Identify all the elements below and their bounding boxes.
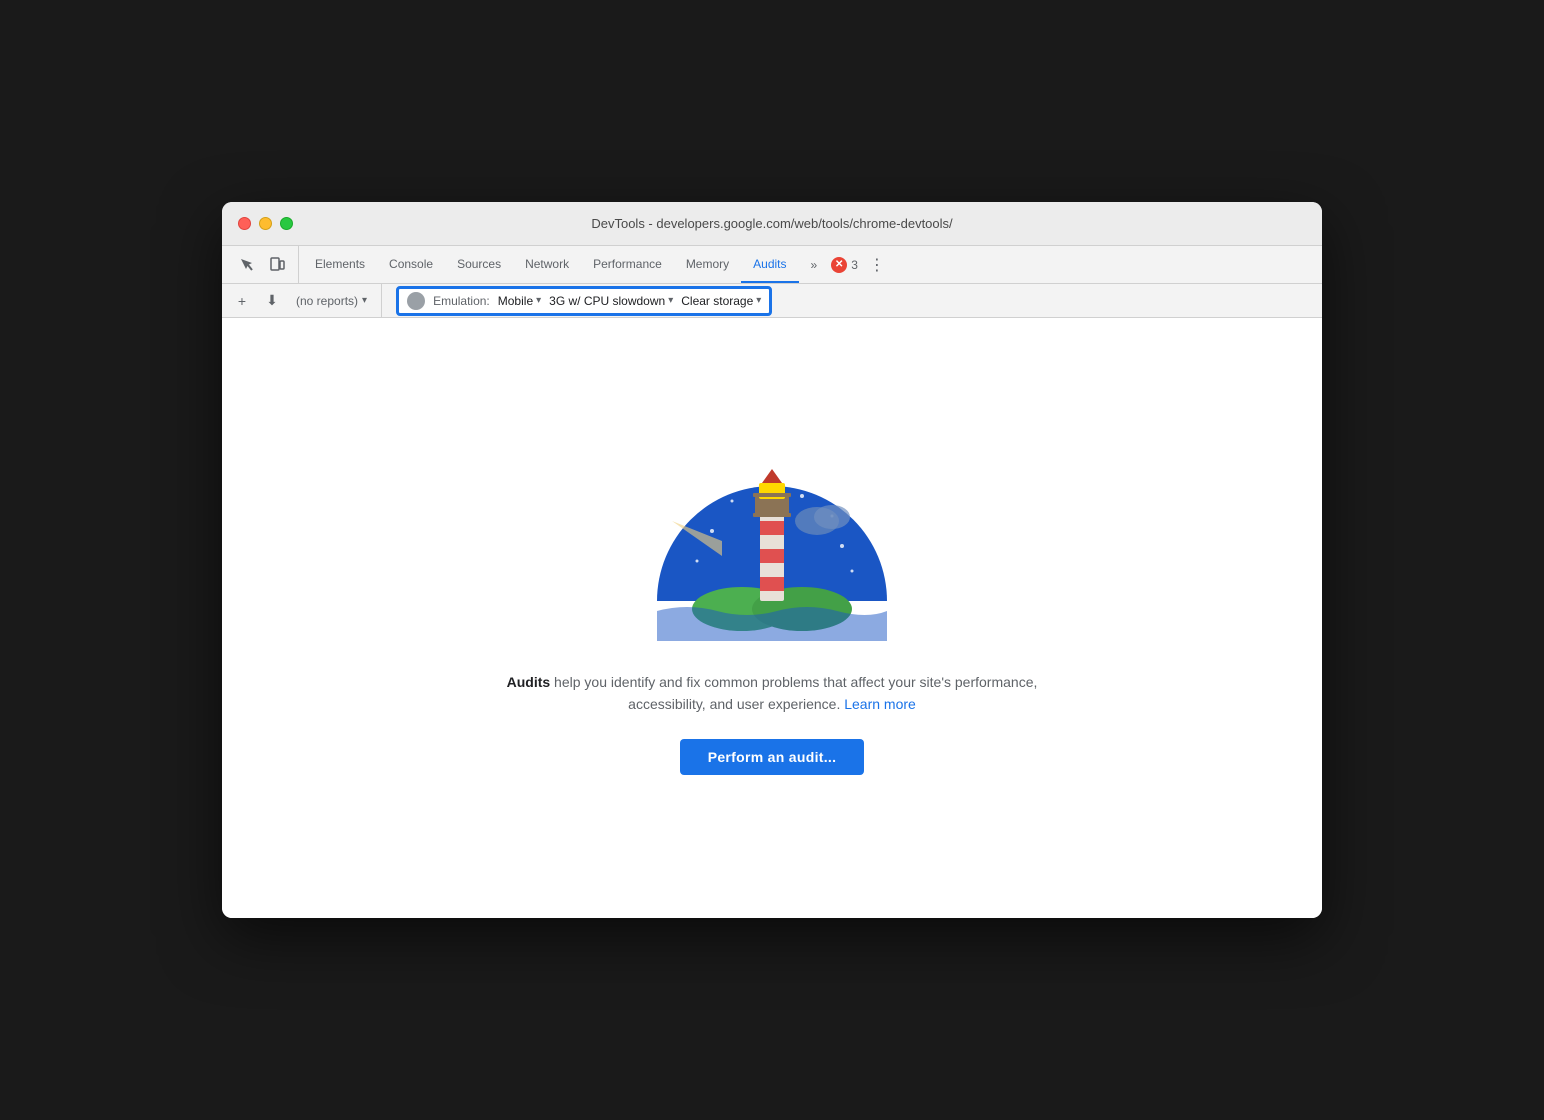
tab-elements[interactable]: Elements [303,246,377,283]
tab-console[interactable]: Console [377,246,445,283]
tab-toolbar-icons [226,246,299,283]
more-tabs-button[interactable]: » [803,246,826,283]
emulation-highlight-box: Emulation: Mobile ▾ 3G w/ CPU slowdown ▾… [396,286,772,316]
tab-audits[interactable]: Audits [741,246,798,283]
maximize-button[interactable] [280,217,293,230]
network-dropdown-arrow: ▾ [668,295,673,306]
import-report-button[interactable]: ⬇ [260,289,284,313]
devtools-menu-button[interactable]: ⋮ [864,252,890,278]
audits-toolbar: + ⬇ (no reports) ▾ Emulation: Mobile ▾ 3… [222,284,1322,318]
perform-audit-button[interactable]: Perform an audit... [680,739,865,775]
close-button[interactable] [238,217,251,230]
tab-network[interactable]: Network [513,246,581,283]
audits-content: Audits help you identify and fix common … [222,318,1322,918]
titlebar: DevTools - developers.google.com/web/too… [222,202,1322,246]
inspect-icon[interactable] [234,252,260,278]
clear-storage-dropdown[interactable]: Clear storage ▾ [681,294,761,308]
window-title: DevTools - developers.google.com/web/too… [591,216,952,231]
mobile-dropdown[interactable]: Mobile ▾ [498,294,541,308]
tabs-list: Elements Console Sources Network Perform… [299,246,803,283]
description-container: Audits help you identify and fix common … [482,671,1062,716]
traffic-lights [238,217,293,230]
learn-more-link[interactable]: Learn more [844,696,916,712]
description-body: help you identify and fix common problem… [550,674,1037,712]
error-count: 3 [851,258,858,272]
tab-memory[interactable]: Memory [674,246,741,283]
tab-sources[interactable]: Sources [445,246,513,283]
devtools-tab-bar: Elements Console Sources Network Perform… [222,246,1322,284]
emulation-label: Emulation: [433,294,490,308]
error-badge-container: ✕ 3 [825,246,864,283]
devtools-window: DevTools - developers.google.com/web/too… [222,202,1322,918]
reports-dropdown-arrow: ▾ [362,295,367,306]
network-dropdown[interactable]: 3G w/ CPU slowdown ▾ [549,294,673,308]
clear-storage-dropdown-arrow: ▾ [756,295,761,306]
minimize-button[interactable] [259,217,272,230]
lighthouse-illustration [632,441,912,641]
run-icon [407,292,425,310]
description-bold: Audits [507,674,551,690]
toolbar-right: Emulation: Mobile ▾ 3G w/ CPU slowdown ▾… [388,286,1314,316]
device-toolbar-icon[interactable] [264,252,290,278]
mobile-dropdown-arrow: ▾ [536,295,541,306]
error-icon: ✕ [831,257,847,273]
reports-dropdown[interactable]: (no reports) ▾ [290,292,373,310]
toolbar-left: + ⬇ (no reports) ▾ [230,284,382,317]
tab-performance[interactable]: Performance [581,246,674,283]
add-report-button[interactable]: + [230,289,254,313]
